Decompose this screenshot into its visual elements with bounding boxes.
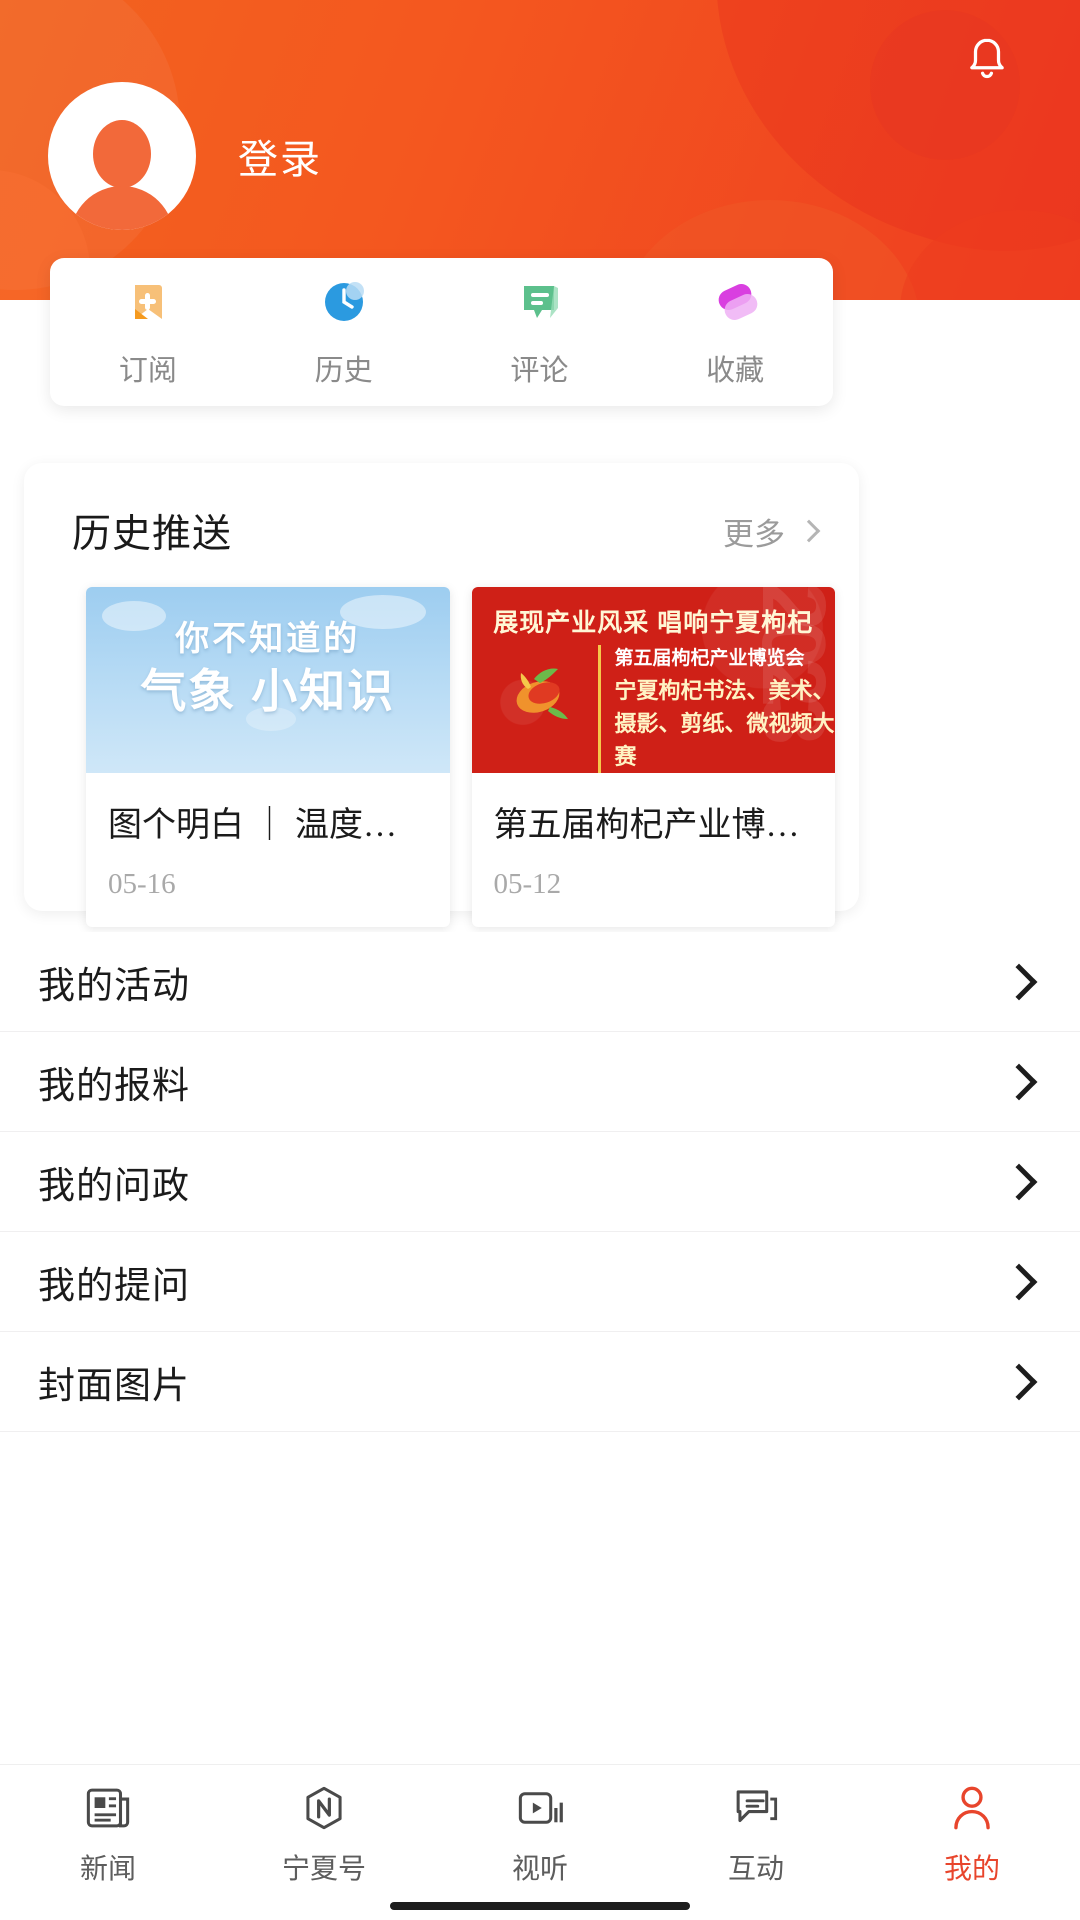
tab-label: 互动	[727, 1854, 784, 1885]
thumb-line-1: 你不知道的	[175, 620, 361, 658]
quick-action-label: 历史	[314, 355, 373, 387]
news-title: 图个明白 ｜ 温度…	[108, 807, 397, 844]
menu-item-label: 我的提问	[38, 1265, 190, 1307]
list-item[interactable]: 2023 展现产业风采 唱响宁夏枸杞 第五届枸杞产业博览会 宁夏枸杞书法、美术、…	[471, 587, 836, 927]
tab-label: 新闻	[79, 1854, 136, 1885]
menu-item-label: 封面图片	[38, 1365, 190, 1407]
avatar-body	[70, 186, 174, 230]
tab-ningxia-hao[interactable]: 宁夏号	[216, 1783, 432, 1887]
person-icon	[954, 1786, 990, 1830]
profile-header: 登录	[0, 0, 1080, 300]
chevron-right-icon	[1000, 1163, 1038, 1200]
tab-label: 宁夏号	[281, 1854, 366, 1885]
quick-action-comment[interactable]: 评论	[442, 275, 638, 389]
news-icon	[86, 1788, 130, 1828]
menu-item-my-tipoffs[interactable]: 我的报料	[0, 1032, 1080, 1132]
news-title: 第五届枸杞产业博…	[493, 807, 800, 844]
tab-mine[interactable]: 我的	[864, 1783, 1080, 1887]
comment-icon	[512, 275, 566, 329]
news-thumbnail: 你不知道的 气象 小知识	[86, 587, 450, 773]
thumb-subtext: 第五届枸杞产业博览会 宁夏枸杞书法、美术、 摄影、剪纸、微视频大赛	[597, 645, 836, 773]
menu-item-cover-image[interactable]: 封面图片	[0, 1332, 1080, 1432]
quick-action-favorite[interactable]: 收藏	[637, 275, 833, 389]
chat-bubbles-icon	[736, 1790, 778, 1823]
history-push-card: 历史推送 更多 你不知道的 气象 小知识 图个明白 ｜ 温度… 05-16 20…	[24, 463, 859, 927]
goji-logo-icon	[498, 649, 582, 733]
quick-action-label: 订阅	[118, 355, 177, 387]
chevron-right-icon	[1000, 1063, 1038, 1100]
ningxia-n-icon	[306, 1786, 342, 1830]
tab-news[interactable]: 新闻	[0, 1783, 216, 1887]
menu-item-my-government-inquiry[interactable]: 我的问政	[0, 1132, 1080, 1232]
menu-item-label: 我的活动	[38, 965, 190, 1007]
video-audio-icon	[518, 1792, 563, 1824]
more-button[interactable]: 更多	[723, 509, 821, 554]
history-clock-icon	[317, 275, 371, 329]
favorite-icon	[708, 275, 762, 329]
tab-video-audio[interactable]: 视听	[432, 1783, 648, 1887]
menu-item-my-activities[interactable]: 我的活动	[0, 932, 1080, 1032]
thumb-headline: 展现产业风采 唱响宁夏枸杞	[493, 609, 814, 637]
subscribe-icon	[121, 275, 175, 329]
thumb-line-2: 气象 小知识	[140, 665, 396, 717]
news-date: 05-16	[108, 868, 176, 900]
menu-list: 我的活动 我的报料 我的问政 我的提问 封面图片	[0, 932, 1080, 1432]
menu-item-my-questions[interactable]: 我的提问	[0, 1232, 1080, 1332]
thumb-sub-3: 摄影、剪纸、微视频大赛	[614, 710, 835, 769]
avatar[interactable]	[48, 82, 196, 230]
tab-label: 我的	[943, 1854, 1000, 1885]
quick-action-label: 评论	[510, 355, 569, 387]
news-date: 05-12	[493, 868, 562, 900]
section-title: 历史推送	[72, 513, 233, 556]
history-push-header: 历史推送 更多	[24, 463, 859, 559]
bottom-tab-bar: 新闻 宁夏号 视听 互动 我的	[0, 1764, 1080, 1920]
quick-actions-card: 订阅 历史 评论 收藏	[50, 258, 833, 406]
thumb-sub-2: 宁夏枸杞书法、美术、	[614, 677, 835, 703]
avatar-head	[93, 120, 151, 188]
chevron-right-icon	[1000, 963, 1038, 1000]
quick-action-history[interactable]: 历史	[246, 275, 442, 389]
chevron-right-icon	[797, 519, 821, 543]
list-item[interactable]: 你不知道的 气象 小知识 图个明白 ｜ 温度… 05-16	[86, 587, 450, 927]
tab-interaction[interactable]: 互动	[648, 1783, 864, 1887]
history-push-list: 你不知道的 气象 小知识 图个明白 ｜ 温度… 05-16 2023 展现产业风…	[24, 559, 859, 927]
menu-item-label: 我的报料	[38, 1065, 190, 1107]
menu-item-label: 我的问政	[38, 1165, 190, 1207]
quick-action-label: 收藏	[706, 355, 765, 387]
chevron-right-icon	[1000, 1263, 1038, 1300]
quick-action-subscribe[interactable]: 订阅	[50, 275, 246, 389]
news-thumbnail: 2023 展现产业风采 唱响宁夏枸杞 第五届枸杞产业博览会 宁夏枸杞书法、美术、…	[471, 587, 836, 773]
more-label: 更多	[723, 516, 785, 552]
login-label[interactable]: 登录	[238, 127, 322, 185]
login-area[interactable]: 登录	[48, 82, 322, 230]
bell-icon[interactable]	[956, 30, 1018, 92]
chevron-right-icon	[1000, 1363, 1038, 1400]
tab-label: 视听	[511, 1854, 568, 1885]
home-indicator	[390, 1902, 690, 1910]
thumb-sub-1: 第五届枸杞产业博览会	[614, 648, 805, 669]
